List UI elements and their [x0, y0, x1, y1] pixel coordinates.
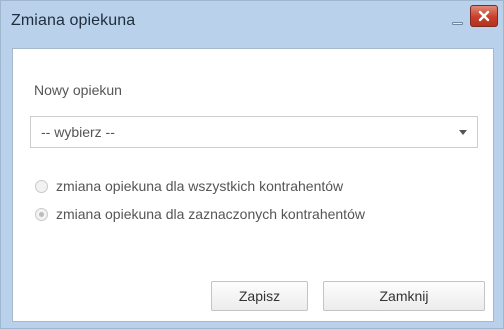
radio-all-customers-button[interactable]	[35, 179, 48, 193]
radio-all-customers[interactable]: zmiana opiekuna dla wszystkich kontrahen…	[35, 178, 343, 194]
new-owner-label: Nowy opiekun	[34, 82, 122, 98]
radio-selected-customers[interactable]: zmiana opiekuna dla zaznaczonych kontrah…	[35, 206, 365, 222]
title-bar[interactable]: Zmiana opiekuna	[1, 1, 503, 41]
minimize-icon	[451, 22, 463, 25]
close-icon	[478, 10, 490, 22]
dialog-title: Zmiana opiekuna	[11, 12, 136, 29]
dialog-content: Nowy opiekun -- wybierz -- zmiana opieku…	[12, 48, 494, 322]
owner-select[interactable]: -- wybierz --	[30, 116, 478, 148]
close-button[interactable]: Zamknij	[323, 281, 485, 311]
owner-select-value: -- wybierz --	[41, 124, 115, 140]
radio-selected-customers-label: zmiana opiekuna dla zaznaczonych kontrah…	[56, 206, 365, 222]
radio-all-customers-label: zmiana opiekuna dla wszystkich kontrahen…	[56, 178, 344, 194]
save-button[interactable]: Zapisz	[211, 281, 308, 311]
radio-selected-customers-button[interactable]	[35, 207, 48, 221]
minimize-button[interactable]	[446, 10, 468, 30]
close-window-button[interactable]	[470, 5, 498, 27]
dialog-window: Zmiana opiekuna Nowy opiekun -- wybierz …	[0, 0, 504, 329]
chevron-down-icon	[459, 130, 467, 135]
